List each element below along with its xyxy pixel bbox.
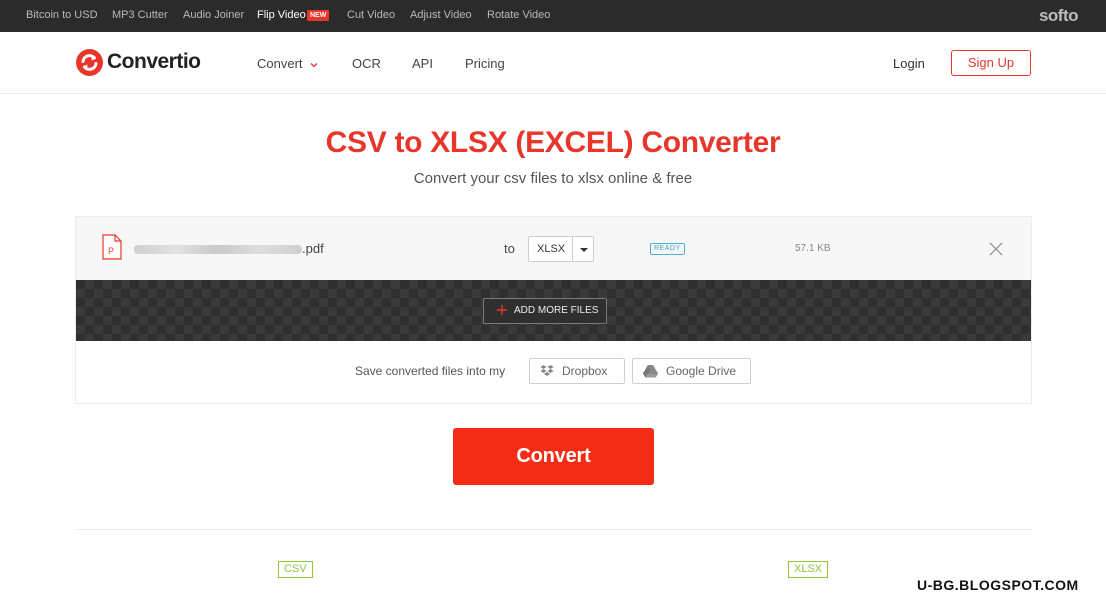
to-label: to [504, 241, 515, 256]
topbar-link-mp3-cutter[interactable]: MP3 Cutter [112, 9, 168, 21]
top-bar: Bitcoin to USD MP3 Cutter Audio Joiner F… [0, 0, 1106, 32]
status-badge: READY [650, 243, 685, 255]
google-drive-button[interactable]: Google Drive [632, 358, 751, 384]
page-title: CSV to XLSX (EXCEL) Converter [325, 126, 781, 159]
new-badge: NEW [307, 10, 330, 21]
logo-text: Convertio [107, 50, 201, 73]
add-more-files-label: ADD MORE FILES [514, 305, 599, 316]
topbar-link-bitcoin-to-usd[interactable]: Bitcoin to USD [26, 9, 98, 21]
nav-convert-label: Convert [257, 56, 303, 71]
svg-text:P: P [108, 246, 114, 256]
redacted-filename [134, 245, 302, 255]
add-files-area: ADD MORE FILES [76, 280, 1031, 341]
login-link[interactable]: Login [893, 56, 925, 71]
source-format-tag[interactable]: CSV [278, 561, 313, 578]
softo-logo[interactable]: softo [1039, 6, 1079, 26]
nav-convert[interactable]: Convert [257, 56, 319, 71]
watermark: U-BG.BLOGSPOT.COM [917, 577, 1079, 593]
nav-pricing[interactable]: Pricing [465, 56, 505, 71]
file-extension: .pdf [302, 241, 324, 256]
topbar-link-flip-video[interactable]: Flip Video [257, 9, 306, 21]
topbar-link-audio-joiner[interactable]: Audio Joiner [183, 9, 244, 21]
save-label: Save converted files into my [355, 364, 506, 378]
nav-api[interactable]: API [412, 56, 433, 71]
plus-icon [497, 305, 507, 315]
select-divider [572, 237, 573, 261]
site-header: Convertio Convert OCR API Pricing Login [0, 32, 1106, 94]
pdf-file-icon: P [102, 234, 122, 260]
convertio-logo-icon [76, 49, 103, 76]
google-drive-icon [643, 365, 658, 378]
dropbox-button[interactable]: Dropbox [529, 358, 625, 384]
google-drive-label: Google Drive [666, 364, 737, 378]
file-size: 57.1 KB [795, 243, 831, 254]
nav-ocr[interactable]: OCR [352, 56, 381, 71]
file-row: P .pdf to XLSX READY 57.1 KB [76, 217, 1031, 280]
file-name: .pdf [134, 241, 324, 256]
close-icon[interactable] [988, 241, 1004, 257]
dropbox-icon [540, 365, 554, 376]
page-subtitle: Convert your csv files to xlsx online & … [413, 170, 693, 187]
save-to-cloud-row: Save converted files into my Dropbox Goo… [76, 341, 1031, 403]
chevron-down-icon [310, 62, 317, 67]
topbar-link-adjust-video[interactable]: Adjust Video [410, 9, 472, 21]
topbar-link-cut-video[interactable]: Cut Video [347, 9, 395, 21]
section-divider [75, 529, 1032, 530]
caret-down-icon [580, 248, 588, 252]
convert-button[interactable]: Convert [453, 428, 654, 485]
output-format-select[interactable]: XLSX [528, 236, 594, 262]
sign-up-button[interactable]: Sign Up [951, 50, 1031, 76]
file-panel: P .pdf to XLSX READY 57.1 KB ADD MORE FI… [75, 216, 1032, 404]
dropbox-label: Dropbox [562, 364, 608, 378]
topbar-link-rotate-video[interactable]: Rotate Video [487, 9, 550, 21]
output-format-value: XLSX [537, 243, 566, 255]
add-more-files-button[interactable]: ADD MORE FILES [483, 298, 607, 324]
target-format-tag[interactable]: XLSX [788, 561, 829, 578]
